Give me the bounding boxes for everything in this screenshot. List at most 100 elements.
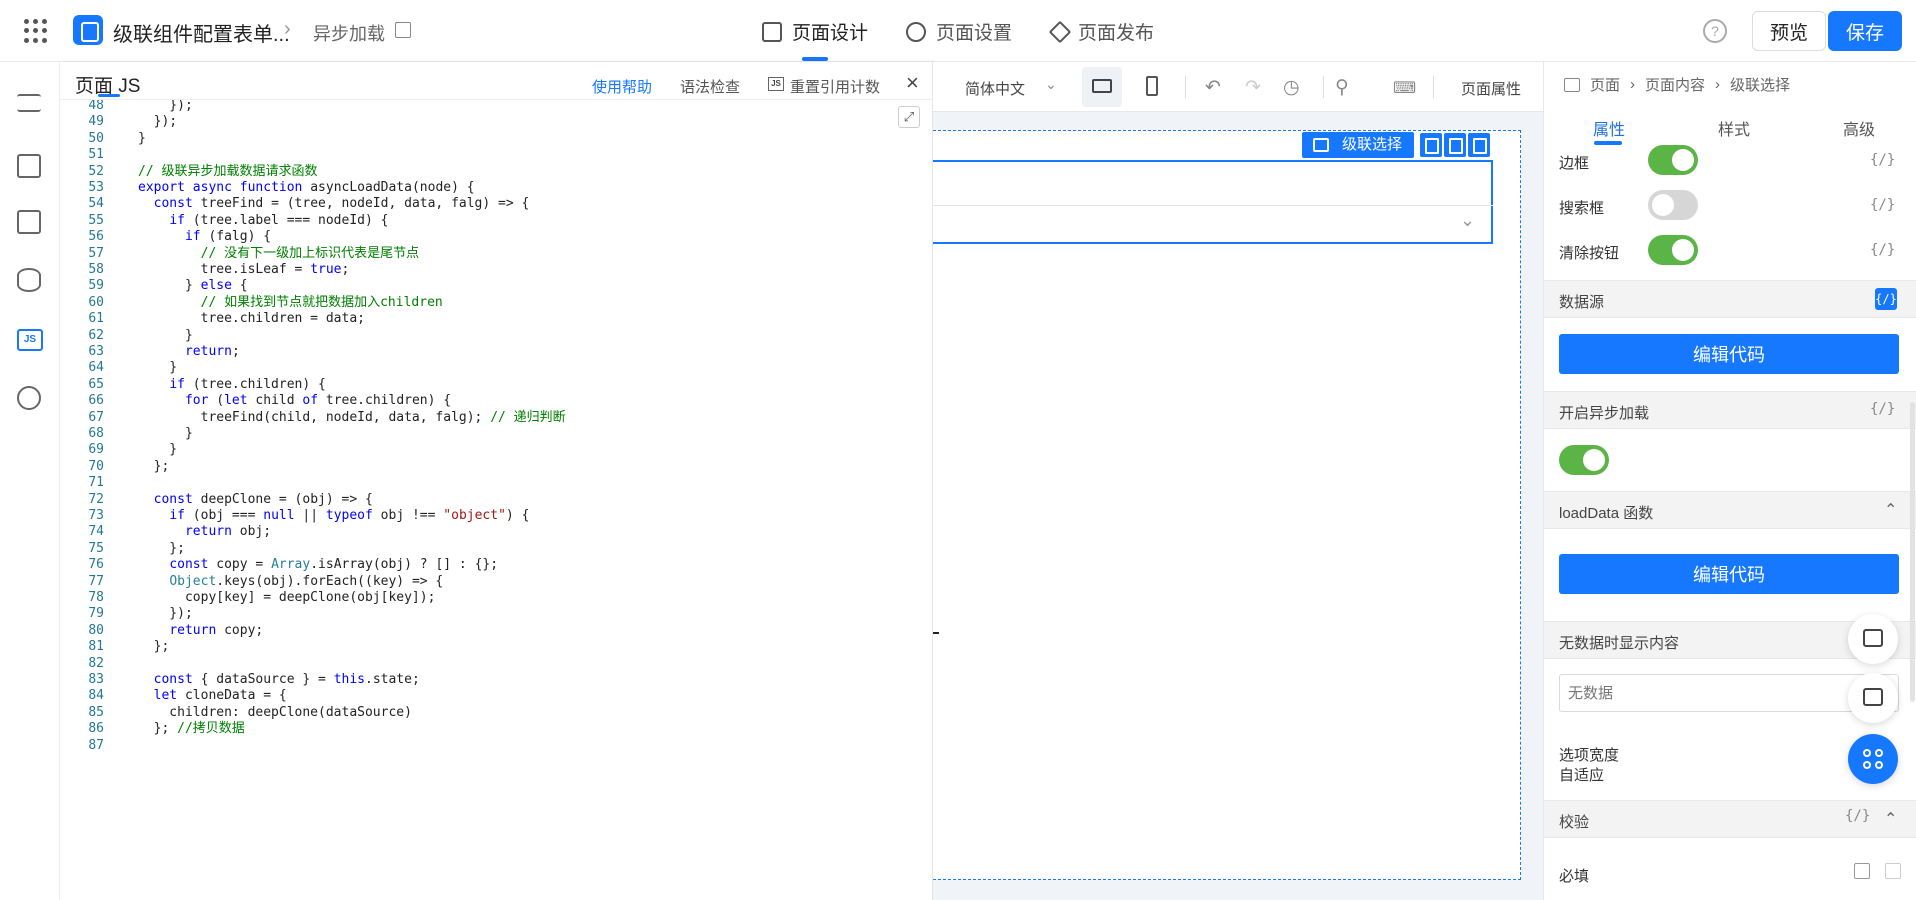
book-icon (1863, 688, 1883, 706)
design-canvas: 简体中文 ⌄ ↶ ↷ ◷ ⚲ ⌨ 页面属性 级联选择 ⌄ (933, 62, 1543, 900)
toolbar-divider (1323, 76, 1324, 98)
edit-title-icon[interactable] (395, 22, 411, 38)
component-type-icon (1313, 138, 1329, 152)
border-code-icon[interactable]: {/} (1870, 152, 1895, 168)
option-width-value: 自适应 (1559, 767, 1605, 784)
tab-properties[interactable]: 属性 (1593, 116, 1625, 140)
clear-button-toggle[interactable] (1648, 235, 1698, 265)
toolbar-divider (1185, 76, 1186, 98)
keyboard-icon[interactable]: ⌨ (1393, 78, 1416, 98)
breadcrumb-chevron-icon: › (284, 18, 291, 40)
toolbar-divider (1433, 76, 1434, 98)
reset-ref-count-link[interactable]: 重置引用计数 (790, 76, 880, 97)
tab-style[interactable]: 样式 (1718, 116, 1750, 140)
rail-outline[interactable] (17, 94, 43, 120)
history-icon[interactable]: ◷ (1283, 76, 1300, 99)
js-title-indicator (98, 94, 120, 97)
cascade-select-preview[interactable]: ⌄ (933, 160, 1493, 244)
syntax-check-link[interactable]: 语法检查 (680, 76, 740, 97)
validation-code-icon[interactable]: {/} (1845, 808, 1870, 824)
page-properties-link[interactable]: 页面属性 (1461, 78, 1521, 99)
desktop-icon (1092, 79, 1112, 93)
chat-icon (1863, 629, 1883, 647)
search-code-icon[interactable]: {/} (1870, 197, 1895, 213)
docs-button[interactable] (1848, 673, 1898, 723)
chevron-down-icon: ⌄ (1460, 210, 1476, 230)
rail-layout-blocks[interactable] (17, 210, 43, 236)
gear-icon (906, 21, 926, 42)
help-icon[interactable]: ? (1703, 19, 1727, 43)
datasource-section: 数据源 (1544, 280, 1916, 318)
more-apps-button[interactable] (1848, 734, 1898, 784)
edit-loaddata-code-button[interactable]: 编辑代码 (1559, 554, 1899, 594)
properties-scrollbar[interactable] (1910, 402, 1915, 702)
tab-page-settings[interactable]: 页面设置 (906, 18, 1012, 45)
left-rail: JS (0, 62, 60, 900)
text-cursor (933, 632, 939, 634)
js-file-icon: JS (768, 77, 784, 91)
redo-icon[interactable]: ↷ (1245, 76, 1261, 99)
rail-datasource[interactable] (17, 268, 43, 294)
expand-icon[interactable]: ⤢ (898, 106, 920, 128)
active-tab-indicator (1594, 141, 1622, 145)
chevron-up-icon[interactable]: ⌃ (1884, 809, 1897, 829)
breadcrumb: 页面 › 页面内容 › 级联选择 (1564, 74, 1790, 95)
undo-icon[interactable]: ↶ (1205, 76, 1221, 99)
border-label: 边框 (1559, 155, 1590, 172)
delete-icon[interactable] (1468, 133, 1490, 157)
tab-page-publish[interactable]: 页面发布 (1048, 18, 1154, 45)
async-section: 开启异步加载 (1544, 391, 1916, 429)
option-width-label: 选项宽度 (1559, 747, 1620, 764)
required-checkbox[interactable] (1885, 863, 1901, 879)
datasource-code-icon[interactable]: {/} (1875, 288, 1897, 310)
breadcrumb-page[interactable]: 页面 (1590, 74, 1620, 95)
components-icon (17, 154, 41, 178)
copy-component-icon[interactable] (1420, 133, 1442, 157)
mobile-view-button[interactable] (1132, 67, 1172, 107)
close-icon[interactable]: × (906, 70, 919, 96)
code-line: 87 (60, 736, 933, 756)
tab-advanced[interactable]: 高级 (1843, 116, 1875, 140)
line-number: 87 (88, 737, 104, 753)
search-toggle[interactable] (1648, 190, 1698, 220)
apps-icon (1863, 749, 1883, 769)
clear-code-icon[interactable]: {/} (1870, 242, 1895, 258)
chevron-up-icon[interactable]: ⌃ (1884, 500, 1897, 520)
apps-grid-icon[interactable] (24, 19, 48, 43)
border-toggle[interactable] (1648, 145, 1698, 175)
chevron-down-icon: ⌄ (1045, 76, 1057, 92)
save-component-icon[interactable] (1444, 133, 1466, 157)
search-icon[interactable]: ⚲ (1335, 76, 1349, 99)
rail-components[interactable] (17, 154, 43, 180)
save-button[interactable]: 保存 (1828, 11, 1902, 51)
canvas-toolbar: 简体中文 ⌄ ↶ ↷ ◷ ⚲ ⌨ 页面属性 (933, 62, 1543, 112)
async-toggle[interactable] (1559, 445, 1609, 475)
language-select[interactable]: 简体中文 (965, 78, 1025, 99)
breadcrumb-page-content[interactable]: 页面内容 (1645, 74, 1705, 95)
desktop-view-button[interactable] (1082, 67, 1122, 107)
edit-icon[interactable] (1854, 863, 1870, 879)
active-tab-indicator (802, 57, 828, 61)
code-editor[interactable]: 48 }); 49 }); 50} 51 52// 级联异步加载数据请求函数 53 expo… (60, 100, 933, 900)
layout-icon (762, 21, 782, 42)
js-icon[interactable]: JS (17, 329, 43, 351)
help-link[interactable]: 使用帮助 (592, 76, 652, 97)
required-label: 必填 (1559, 868, 1590, 885)
async-code-icon[interactable]: {/} (1870, 401, 1895, 417)
send-icon (1048, 20, 1072, 43)
clear-button-label: 清除按钮 (1559, 245, 1620, 262)
breadcrumb-cascade[interactable]: 级联选择 (1730, 74, 1790, 95)
mobile-icon (1146, 76, 1158, 96)
tab-page-design[interactable]: 页面设计 (762, 18, 868, 45)
loaddata-section: loadData 函数 ⌃ (1544, 491, 1916, 529)
edit-datasource-code-button[interactable]: 编辑代码 (1559, 334, 1899, 374)
js-panel-header: 页面 JS 使用帮助 语法检查 JS 重置引用计数 × (60, 62, 933, 100)
globe-icon[interactable] (17, 386, 41, 410)
preview-button[interactable]: 预览 (1752, 11, 1826, 51)
feedback-button[interactable] (1848, 614, 1898, 664)
properties-tabs: 属性 样式 高级 (1544, 104, 1916, 146)
page-subtitle: 异步加载 (313, 24, 385, 44)
app-title[interactable]: 级联组件配置表单... (113, 18, 290, 47)
page-icon (1564, 77, 1580, 92)
layout-blocks-icon (17, 210, 41, 234)
